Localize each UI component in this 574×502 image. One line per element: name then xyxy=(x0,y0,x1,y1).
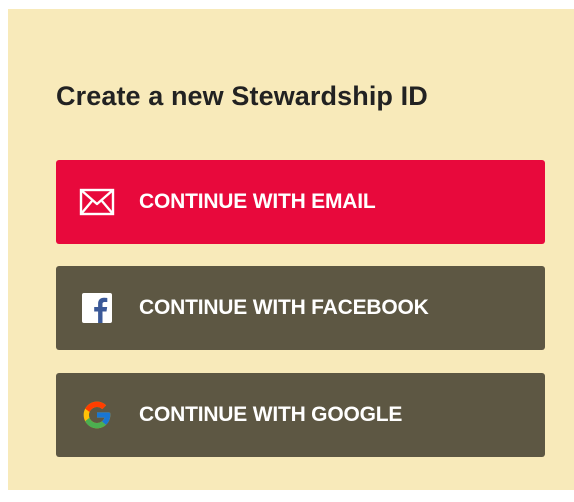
continue-with-facebook-button[interactable]: CONTINUE WITH FACEBOOK xyxy=(56,266,545,350)
continue-with-email-button[interactable]: CONTINUE WITH EMAIL xyxy=(56,160,545,244)
continue-with-google-button[interactable]: CONTINUE WITH GOOGLE xyxy=(56,373,545,457)
page-title: Create a new Stewardship ID xyxy=(56,81,428,111)
signup-panel: Create a new Stewardship ID CONTINUE WIT… xyxy=(8,9,574,490)
google-icon xyxy=(77,395,117,435)
google-button-label: CONTINUE WITH GOOGLE xyxy=(139,403,403,426)
envelope-icon xyxy=(77,182,117,222)
facebook-icon xyxy=(77,288,117,328)
email-button-label: CONTINUE WITH EMAIL xyxy=(139,190,376,213)
facebook-button-label: CONTINUE WITH FACEBOOK xyxy=(139,296,429,319)
